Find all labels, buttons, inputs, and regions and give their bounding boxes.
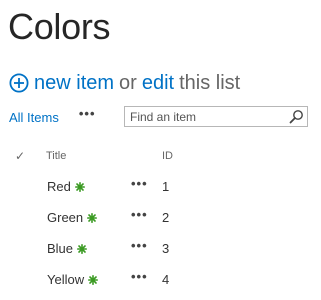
item-menu-ellipsis[interactable]: ••• [131,238,148,253]
new-item-icon [87,212,98,223]
column-header-row: ✓ Title ID [0,146,321,166]
item-title: Red [47,179,71,194]
column-header-id[interactable]: ID [162,150,173,162]
this-list-text: this list [179,71,241,94]
page-title: Colors [8,6,111,47]
search-input[interactable] [125,107,293,126]
item-title-link[interactable]: Yellow [47,272,99,287]
item-menu-ellipsis[interactable]: ••• [131,176,148,191]
new-item-link[interactable]: new item [34,72,114,95]
table-row[interactable]: Red ••• 1 [0,171,321,201]
item-menu-ellipsis[interactable]: ••• [131,207,148,222]
add-circle-icon[interactable] [9,73,29,93]
item-id: 3 [162,241,170,256]
column-header-title[interactable]: Title [46,150,66,162]
table-row[interactable]: Green ••• 2 [0,202,321,232]
edit-link[interactable]: edit [142,72,174,95]
item-title-link[interactable]: Blue [47,241,88,256]
new-item-bar: new item or edit this list [9,69,240,97]
item-title-link[interactable]: Green [47,210,98,225]
item-id: 2 [162,210,170,225]
item-id: 4 [162,272,170,287]
table-row[interactable]: Blue ••• 3 [0,233,321,263]
item-title: Blue [47,241,74,256]
item-menu-ellipsis[interactable]: ••• [131,269,148,284]
search-box [124,106,308,127]
new-item-icon [74,181,85,192]
new-item-icon [88,274,99,285]
list-page: Colors new item or edit this list All It… [0,0,321,300]
table-row[interactable]: Yellow ••• 4 [0,264,321,294]
search-icon[interactable] [289,109,304,124]
item-title-link[interactable]: Red [47,179,85,194]
view-selector: All Items ••• [9,106,96,128]
view-menu-ellipsis[interactable]: ••• [79,107,96,120]
select-all-check-icon[interactable]: ✓ [15,149,25,163]
or-text: or [119,71,137,94]
item-id: 1 [162,179,170,194]
new-item-icon [77,243,88,254]
view-all-items-link[interactable]: All Items [9,110,59,125]
item-title: Green [47,210,84,225]
item-title: Yellow [47,272,85,287]
